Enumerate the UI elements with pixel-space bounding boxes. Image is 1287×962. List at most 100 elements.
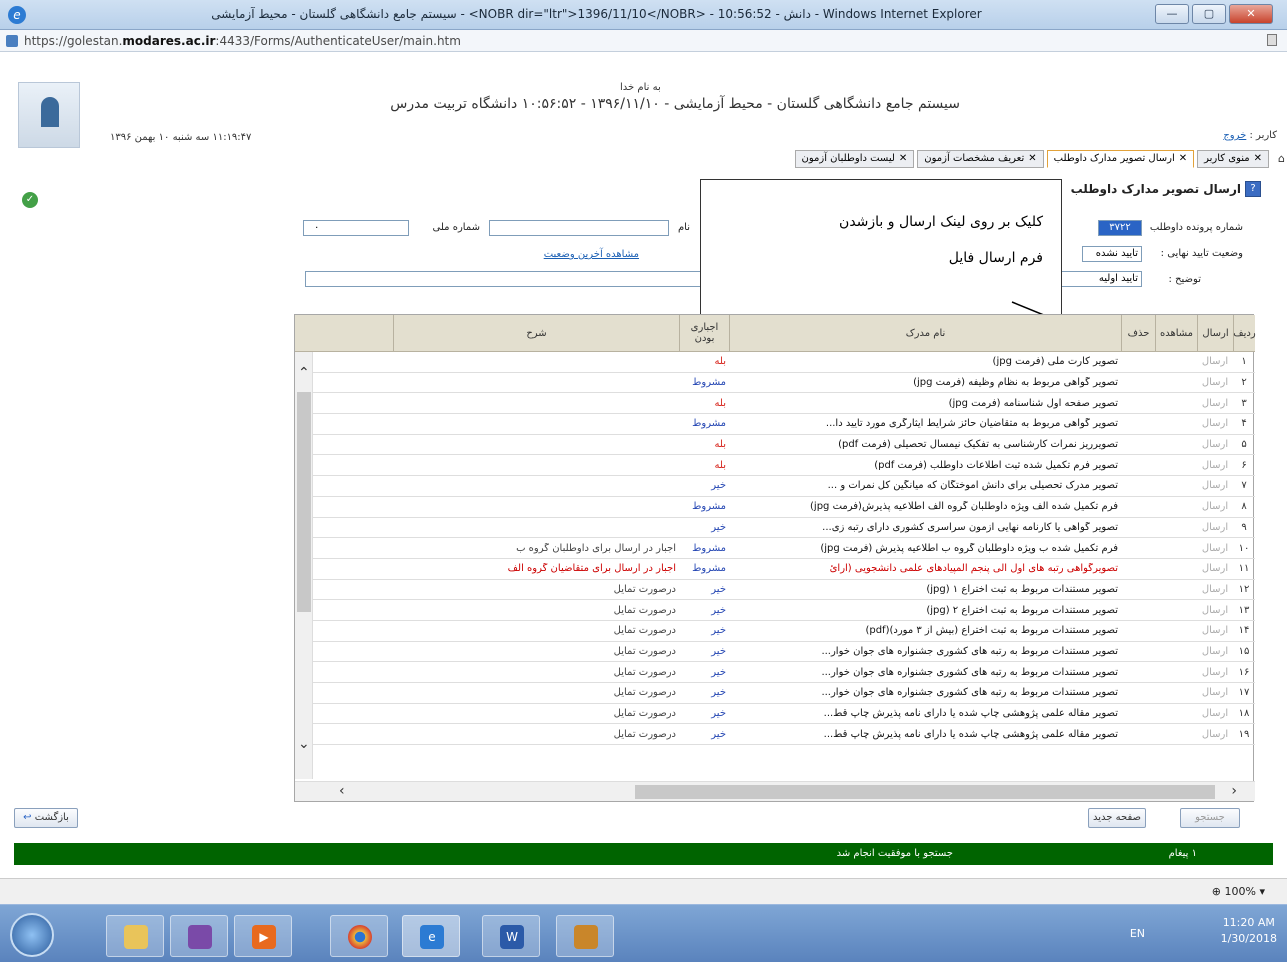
taskbar-explorer[interactable] (106, 915, 164, 957)
table-row: ۱۷ ارسال تصویر مستندات مربوط به رتبه های ک… (295, 683, 1255, 704)
send-link[interactable]: ارسال (1197, 522, 1233, 533)
file-no-field[interactable]: ۳۷۲۲ (1098, 220, 1142, 236)
last-status-link[interactable]: مشاهده آخرین وضعیت (544, 249, 639, 260)
send-link[interactable]: ارسال (1197, 687, 1233, 698)
tab-send-documents[interactable]: ✕ارسال تصویر مدارک داوطلب (1046, 150, 1195, 168)
site-icon (6, 35, 18, 47)
close-tab-icon[interactable]: ✕ (1028, 153, 1036, 164)
row-number: ۱۶ (1238, 666, 1250, 678)
document-name: تصویر گواهی مربوط به نظام وظیفه (فرمت jp… (913, 377, 1118, 389)
row-number: ۶ (1241, 459, 1247, 471)
required-value: خیر (711, 583, 726, 595)
send-link[interactable]: ارسال (1197, 398, 1233, 409)
send-link[interactable]: ارسال (1197, 543, 1233, 554)
logout-link[interactable]: خروج (1223, 130, 1246, 141)
tab-user-menu[interactable]: ✕منوی کاربر (1197, 150, 1269, 168)
send-link[interactable]: ارسال (1197, 563, 1233, 574)
send-link[interactable]: ارسال (1197, 584, 1233, 595)
search-button[interactable]: جستجو (1180, 808, 1240, 828)
send-link[interactable]: ارسال (1197, 729, 1233, 740)
vertical-scrollbar[interactable]: ⌃ ⌄ (295, 352, 313, 779)
send-link[interactable]: ارسال (1197, 708, 1233, 719)
document-name: تصویر مستندات مربوط به رتبه های کشوری جش… (821, 687, 1118, 699)
header-view: مشاهده (1155, 315, 1197, 351)
document-name: تصویر مستندات مربوط به ثبت اختراع ۱ (jpg… (926, 583, 1118, 595)
help-icon[interactable]: ? (1245, 181, 1261, 197)
scroll-down-icon[interactable]: ⌄ (298, 737, 310, 751)
final-status-field[interactable]: تایید نشده (1082, 246, 1142, 262)
required-value: خیر (711, 625, 726, 637)
bismillah: به نام خدا (620, 82, 661, 93)
document-name: تصویر کارت ملی (فرمت jpg) (992, 356, 1118, 368)
system-clock[interactable]: 11:20 AM 1/30/2018 (1221, 915, 1277, 947)
vertical-scroll-thumb[interactable] (297, 392, 311, 612)
minimize-button[interactable]: — (1155, 4, 1189, 24)
maximize-button[interactable]: ▢ (1192, 4, 1226, 24)
send-link[interactable]: ارسال (1197, 418, 1233, 429)
send-link[interactable]: ارسال (1197, 439, 1233, 450)
table-row: ۷ ارسال تصویر مدرک تحصیلی برای دانش آموختگ… (295, 476, 1255, 497)
row-number: ۱۱ (1238, 563, 1250, 575)
close-tab-icon[interactable]: ✕ (1179, 153, 1187, 164)
tab-applicant-list[interactable]: ✕لیست داوطلبان آزمون (794, 150, 915, 168)
status-count: ۱ پیغام (1168, 848, 1197, 859)
send-link[interactable]: ارسال (1197, 625, 1233, 636)
back-button[interactable]: ↩ بازگشت (14, 808, 78, 828)
send-link[interactable]: ارسال (1197, 356, 1233, 367)
table-header: ردیف ارسال مشاهده حذف نام مدرک اجباری بو… (295, 315, 1256, 352)
start-button[interactable] (10, 913, 54, 957)
university-logo (18, 82, 80, 148)
row-number: ۱۸ (1238, 708, 1250, 720)
send-link[interactable]: ارسال (1197, 605, 1233, 616)
row-number: ۱۹ (1238, 728, 1250, 740)
send-link[interactable]: ارسال (1197, 460, 1233, 471)
send-link[interactable]: ارسال (1197, 501, 1233, 512)
table-body: ۱ ارسال تصویر کارت ملی (فرمت jpg) بله ۲ ارسال… (295, 352, 1255, 779)
ie-status-bar: ⊕ 100% ▾ (0, 878, 1287, 904)
table-row: ۱۶ ارسال تصویر مستندات مربوط به رتبه های ک… (295, 662, 1255, 683)
document-name: تصویر مستندات مربوط به ثبت اختراع (بیش ا… (865, 625, 1118, 637)
horizontal-scrollbar[interactable]: ‹ › (295, 781, 1255, 801)
url-text[interactable]: https://golestan.modares.ac.ir:4433/Form… (24, 34, 461, 48)
document-name: تصویرریز نمرات کارشناسی به تفکیک نیمسال … (838, 439, 1118, 451)
send-link[interactable]: ارسال (1197, 377, 1233, 388)
taskbar-ie[interactable]: e (402, 915, 460, 957)
send-link[interactable]: ارسال (1197, 646, 1233, 657)
taskbar-paint[interactable] (556, 915, 614, 957)
tab-exam-spec[interactable]: ✕تعریف مشخصات آزمون (917, 150, 1044, 168)
required-value: مشروط (692, 501, 726, 513)
home-icon[interactable]: ⌂ (1278, 152, 1285, 165)
national-id-field[interactable]: ۰ (303, 220, 409, 236)
name-field[interactable] (489, 220, 669, 236)
new-page-button[interactable]: صفحه جدید (1088, 808, 1146, 828)
close-button[interactable]: ✕ (1229, 4, 1273, 24)
document-name: تصویر مستندات مربوط به رتبه های کشوری جش… (821, 666, 1118, 678)
header-description: شرح (393, 315, 679, 351)
horizontal-scroll-thumb[interactable] (635, 785, 1215, 799)
close-tab-icon[interactable]: ✕ (899, 153, 907, 164)
taskbar-word[interactable]: W (482, 915, 540, 957)
scroll-up-icon[interactable]: ⌃ (298, 366, 310, 380)
required-value: بله (714, 397, 726, 409)
send-link[interactable]: ارسال (1197, 480, 1233, 491)
document-name: فرم تکمیل شده ب ویژه داوطلبان گروه ب اطل… (820, 542, 1118, 554)
table-row: ۱۱ ارسال تصویرگواهی رتبه های اول الی پنجم … (295, 559, 1255, 580)
required-value: خیر (711, 521, 726, 533)
description: درصورت تمایل (613, 625, 676, 637)
send-link[interactable]: ارسال (1197, 667, 1233, 678)
address-bar[interactable]: https://golestan.modares.ac.ir:4433/Form… (0, 30, 1287, 52)
scroll-right-icon[interactable]: › (1231, 784, 1237, 798)
required-value: بله (714, 439, 726, 451)
row-number: ۸ (1241, 501, 1247, 513)
table-row: ۱۴ ارسال تصویر مستندات مربوط به ثبت اختراع… (295, 621, 1255, 642)
document-name: تصویر مقاله علمی پژوهشی چاپ شده یا دارای… (823, 708, 1118, 720)
zoom-control[interactable]: ⊕ 100% ▾ (1212, 885, 1265, 898)
taskbar-app-2[interactable] (170, 915, 228, 957)
header-required: اجباری بودن (679, 315, 729, 351)
close-tab-icon[interactable]: ✕ (1254, 153, 1262, 164)
language-indicator[interactable]: EN (1130, 927, 1145, 940)
taskbar-chrome[interactable] (330, 915, 388, 957)
scroll-left-icon[interactable]: ‹ (339, 784, 345, 798)
description: درصورت تمایل (613, 645, 676, 657)
taskbar-media[interactable]: ▶ (234, 915, 292, 957)
